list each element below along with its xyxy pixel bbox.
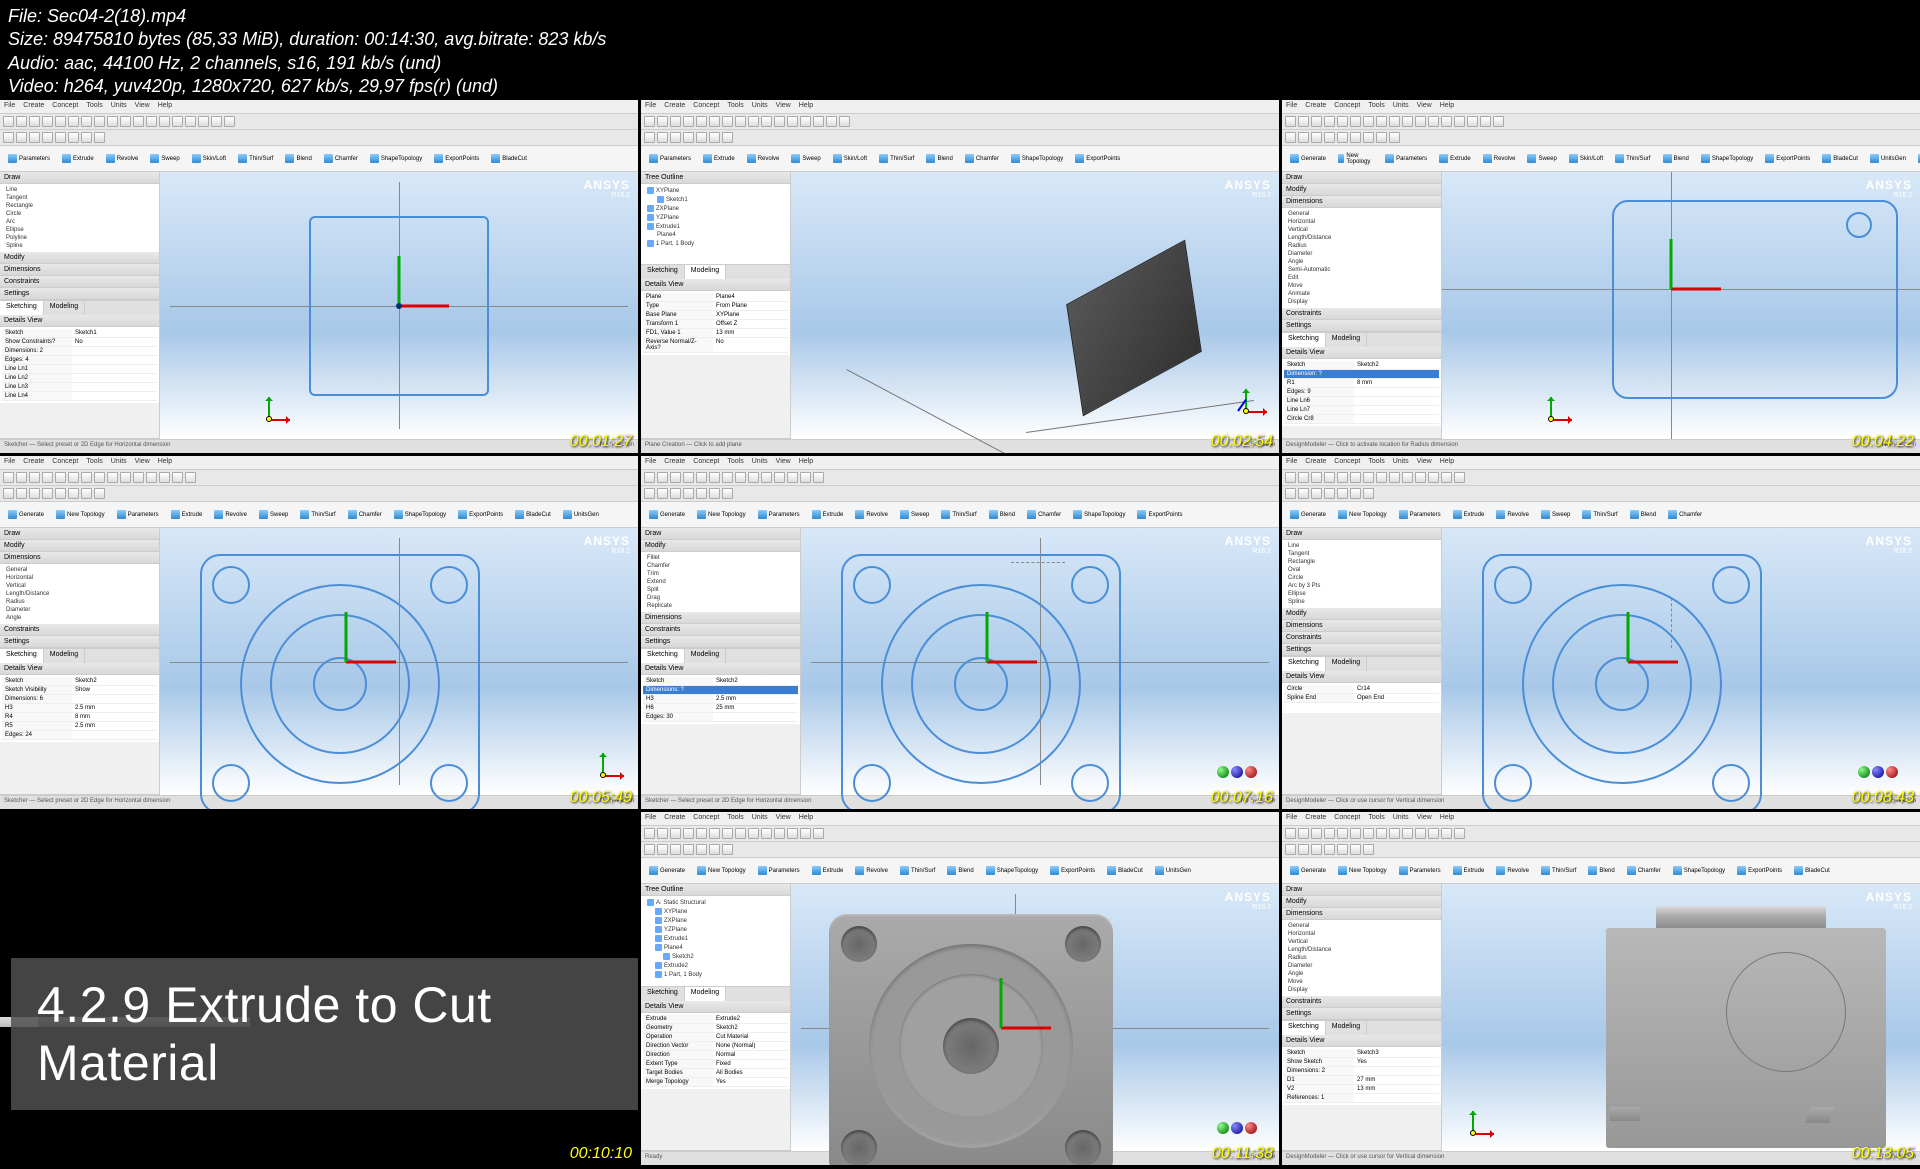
- panel-settings[interactable]: Settings: [0, 288, 159, 300]
- thumbnail-grid: FileCreateConceptToolsUnitsViewHelp Para…: [0, 100, 1920, 1165]
- section-title: 4.2.9 Extrude to Cut Material: [11, 958, 638, 1110]
- thumb-3: FileCreateConceptToolsUnitsViewHelp Gene…: [1282, 100, 1920, 453]
- solid-model-side: [1606, 928, 1886, 1148]
- sketch-outline: [1612, 200, 1898, 399]
- thumb-5: FileCreateConceptToolsUnitsViewHelp Gene…: [641, 456, 1279, 809]
- thumb-2: FileCreateConceptToolsUnitsViewHelp Para…: [641, 100, 1279, 453]
- triad-icon[interactable]: [250, 389, 290, 429]
- solid-model-top: [829, 914, 1113, 1165]
- sketch-plane-iso: [1066, 240, 1202, 417]
- toolbar-main[interactable]: [0, 114, 638, 130]
- ribbon[interactable]: Parameters Extrude Revolve Sweep Skin/Lo…: [0, 146, 638, 172]
- panel-constraints[interactable]: Constraints: [0, 276, 159, 288]
- thumb-6: FileCreateConceptToolsUnitsViewHelp Gene…: [1282, 456, 1920, 809]
- menubar[interactable]: FileCreateConceptToolsUnitsViewHelp: [0, 100, 638, 114]
- thumb-8: FileCreateConceptToolsUnitsViewHelp Gene…: [641, 812, 1279, 1165]
- panel-dimensions[interactable]: Dimensions: [0, 264, 159, 276]
- timestamp: 00:01:27: [570, 433, 632, 451]
- toolbar-2[interactable]: [0, 130, 638, 146]
- panel-draw[interactable]: Draw: [0, 172, 159, 184]
- thumb-4: FileCreateConceptToolsUnitsViewHelp Gene…: [0, 456, 638, 809]
- sidebar: Draw LineTangentRectangleCircleArcEllips…: [0, 172, 160, 439]
- viewport-3d[interactable]: ANSYS R18.2: [160, 172, 638, 439]
- base-sketch: [200, 554, 480, 809]
- panel-details: Details View: [0, 315, 159, 327]
- ansys-logo: ANSYS: [584, 178, 630, 192]
- thumb-1: FileCreateConceptToolsUnitsViewHelp Para…: [0, 100, 638, 453]
- statusbar: Sketcher — Select preset or 2D Edge for …: [0, 439, 638, 453]
- thumb-7: 4.2.9 Extrude to Cut Material 00:10:10: [0, 812, 638, 1165]
- panel-modify[interactable]: Modify: [0, 252, 159, 264]
- thumb-9: FileCreateConceptToolsUnitsViewHelp Gene…: [1282, 812, 1920, 1165]
